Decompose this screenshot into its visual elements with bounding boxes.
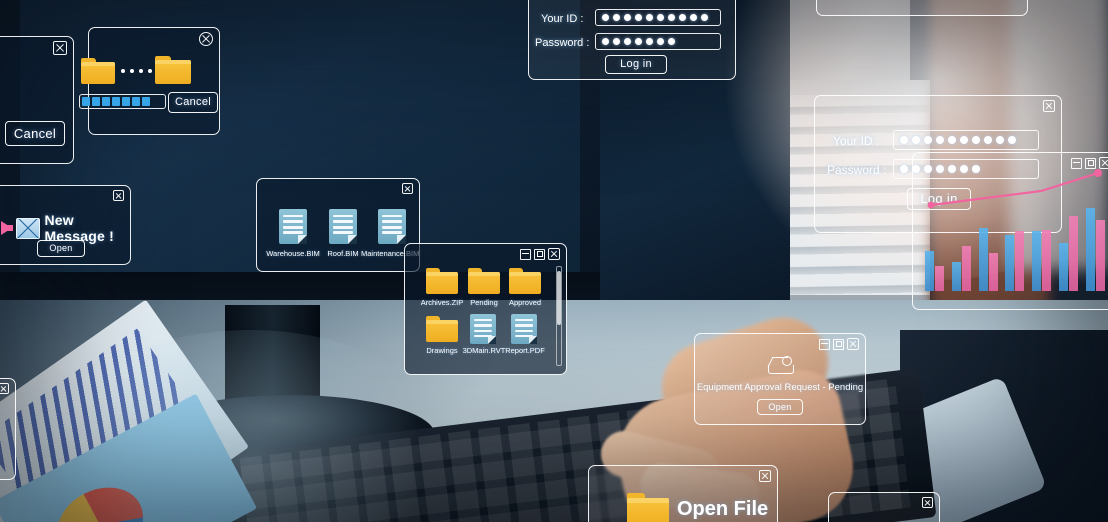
folder-icon-destination — [155, 56, 191, 84]
window-approval-request[interactable]: Equipment Approval Request - Pending Ope… — [694, 333, 866, 425]
id-label: Your ID : — [833, 134, 880, 148]
window-left-edge-partial[interactable] — [0, 378, 16, 480]
folder-icon[interactable] — [426, 316, 458, 342]
password-label: Password : — [535, 37, 590, 49]
folder-icon-source — [81, 58, 115, 84]
envelope-icon — [16, 217, 41, 239]
chart-plot-area — [921, 195, 1108, 291]
minimize-icon[interactable] — [520, 248, 531, 260]
close-icon[interactable] — [759, 470, 771, 482]
bar-series-b — [961, 245, 971, 291]
approval-message: Equipment Approval Request - Pending — [696, 382, 864, 393]
bar-series-a — [951, 262, 961, 291]
window-open-file[interactable]: Open File ? — [588, 465, 778, 522]
window-bottom-right-partial[interactable] — [828, 492, 940, 522]
folder-icon[interactable] — [426, 268, 458, 294]
minimize-icon[interactable] — [819, 338, 830, 350]
close-icon[interactable] — [53, 41, 67, 55]
bar-group — [1059, 195, 1079, 291]
folder-icon[interactable] — [509, 268, 541, 294]
window-controls[interactable] — [922, 497, 933, 508]
close-icon[interactable] — [113, 190, 124, 201]
inbox-tray-icon — [766, 356, 794, 378]
document-icon[interactable] — [329, 209, 357, 244]
close-icon[interactable] — [199, 32, 213, 46]
close-icon[interactable] — [847, 338, 859, 350]
maximize-icon[interactable] — [534, 248, 545, 260]
window-controls[interactable] — [113, 190, 124, 201]
bar-group — [1085, 195, 1105, 291]
window-chart[interactable] — [912, 152, 1108, 310]
window-controls[interactable] — [520, 248, 560, 260]
file-label: Approved — [508, 298, 542, 307]
login-button[interactable]: Log in — [605, 55, 667, 74]
bar-group — [951, 195, 971, 291]
document-icon[interactable] — [470, 314, 496, 344]
window-file-explorer[interactable]: Archives.ZIP Pending Approved Drawings 3… — [404, 243, 567, 375]
bar-group — [1032, 195, 1052, 291]
window-file-copy-front[interactable]: Cancel — [0, 36, 74, 164]
screenshot-stage: Cancel Cancel New Message ! Open Warehou… — [0, 0, 1108, 522]
window-controls[interactable] — [0, 383, 9, 394]
bar-series-b — [1015, 230, 1025, 291]
bar-series-a — [924, 250, 934, 291]
window-controls[interactable] — [1043, 100, 1055, 112]
bar-group — [924, 195, 944, 291]
close-icon[interactable] — [402, 183, 413, 194]
bar-group — [978, 195, 998, 291]
close-icon[interactable] — [1043, 100, 1055, 112]
document-icon[interactable] — [378, 209, 406, 244]
bar-series-a — [1005, 235, 1015, 291]
close-icon[interactable] — [922, 497, 933, 508]
window-login-top[interactable]: Your ID : Password : Log in — [528, 0, 736, 80]
window-controls[interactable] — [199, 32, 213, 46]
document-icon[interactable] — [511, 314, 537, 344]
open-file-title: Open File ? — [677, 498, 769, 522]
id-label: Your ID : — [541, 13, 584, 25]
window-controls[interactable] — [402, 183, 413, 194]
file-label: Report.PDF — [505, 346, 545, 355]
password-input[interactable] — [595, 33, 721, 50]
copy-progress-bar — [79, 94, 166, 109]
bar-series-a — [978, 227, 988, 291]
window-controls[interactable] — [759, 470, 771, 482]
bar-series-b — [1069, 216, 1079, 291]
folder-icon — [627, 493, 669, 522]
pink-arrow-icon — [1, 221, 13, 235]
password-label: Password : — [827, 163, 887, 177]
id-input[interactable] — [595, 9, 721, 26]
folder-icon[interactable] — [468, 268, 500, 294]
window-top-right-partial[interactable] — [816, 0, 1028, 16]
window-file-copy-progress[interactable]: Cancel — [79, 27, 220, 135]
id-input[interactable] — [893, 130, 1039, 150]
bar-series-b — [988, 252, 998, 291]
bar-series-a — [1085, 208, 1095, 291]
cancel-button[interactable]: Cancel — [5, 121, 65, 146]
close-icon[interactable] — [548, 248, 560, 260]
bar-series-b — [934, 266, 944, 291]
bar-series-b — [1095, 219, 1105, 291]
open-button[interactable]: Open — [37, 240, 85, 257]
cancel-button[interactable]: Cancel — [168, 92, 218, 113]
window-new-message[interactable]: New Message ! Open — [0, 185, 131, 265]
window-controls[interactable] — [53, 41, 67, 55]
window-controls[interactable] — [819, 338, 859, 350]
vertical-scrollbar[interactable] — [556, 266, 562, 366]
maximize-icon[interactable] — [833, 338, 844, 350]
bar-series-a — [1032, 231, 1042, 291]
bar-series-b — [1042, 229, 1052, 291]
document-icon[interactable] — [279, 209, 307, 244]
approval-icon-row — [695, 356, 865, 378]
open-button[interactable]: Open — [757, 399, 803, 415]
window-bim-files[interactable]: Warehouse.BIM Roof.BIM Maintenance.BIM — [256, 178, 420, 272]
bar-group — [1005, 195, 1025, 291]
scrollbar-thumb[interactable] — [557, 270, 561, 325]
close-icon[interactable] — [0, 383, 9, 394]
bar-series-a — [1059, 243, 1069, 291]
